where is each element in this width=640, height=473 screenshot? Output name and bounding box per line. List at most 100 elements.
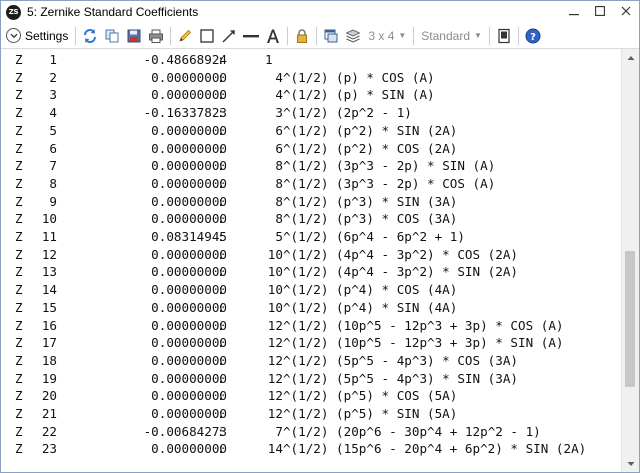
scroll-up-arrow-icon[interactable]	[622, 49, 639, 66]
term-formula: 10^(1/2) (p^4) * COS (4A)	[267, 282, 458, 298]
term-formula: 4^(1/2) (p) * SIN (A)	[275, 87, 435, 103]
minimize-button[interactable]	[561, 1, 587, 21]
help-icon[interactable]: ?	[523, 26, 543, 46]
caret-down-icon: ▼	[474, 31, 482, 40]
coefficient-value: 0.08314945	[151, 229, 227, 244]
term-prefix: Z	[15, 158, 23, 174]
layout-dropdown[interactable]: 3 x 4 ▼	[364, 26, 410, 46]
coefficient-row: Z 23 0.00000000: 14^(1/2) (15p^6 - 20p^4 + …	[1, 440, 621, 458]
term-prefix: Z	[15, 87, 23, 103]
window-icon[interactable]	[321, 26, 341, 46]
coefficient-row: Z 5 0.00000000: 6^(1/2) (p^2) * SIN (2A)	[1, 122, 621, 140]
term-prefix: Z	[15, 388, 23, 404]
coefficients-text-area[interactable]: Z 1 -0.48668924: 1 Z 2 0.00000000: 4^(1/2) (p) …	[1, 49, 621, 472]
term-formula: 6^(1/2) (p^2) * COS (2A)	[275, 140, 458, 156]
coefficient-value: 0.00000000	[151, 69, 227, 85]
coefficient-value: 0.00000000	[151, 335, 227, 351]
coefficient-value: 0.00000000	[151, 406, 227, 421]
term-separator: :	[217, 105, 225, 121]
app-logo-icon: ZS	[6, 4, 21, 20]
close-button[interactable]	[613, 1, 639, 21]
term-index: 9	[49, 193, 57, 209]
term-prefix: Z	[15, 423, 23, 439]
term-formula: 12^(1/2) (10p^5 - 12p^3 + 3p) * COS (A)	[267, 317, 564, 333]
coefficient-value: 0.00000000	[151, 158, 227, 174]
coefficient-row: Z 14 0.00000000: 10^(1/2) (p^4) * COS (4A)	[1, 281, 621, 299]
term-separator: :	[217, 69, 225, 85]
toolbar-separator	[316, 26, 318, 45]
term-separator: :	[217, 388, 225, 404]
print-icon[interactable]	[146, 26, 166, 46]
window-controls	[561, 1, 639, 23]
term-index: 15	[41, 299, 57, 315]
text-icon[interactable]	[263, 26, 283, 46]
vertical-scrollbar[interactable]	[621, 49, 639, 472]
coefficient-row: Z 16 0.00000000: 12^(1/2) (10p^5 - 12p^3 + …	[1, 317, 621, 335]
scroll-down-arrow-icon[interactable]	[622, 455, 639, 472]
term-index: 22	[41, 423, 57, 439]
term-formula: 4^(1/2) (p) * COS (A)	[275, 69, 435, 85]
term-formula: 6^(1/2) (p^2) * SIN (2A)	[275, 122, 458, 138]
coefficient-value: 0.00000000	[151, 317, 227, 333]
coefficient-value: -0.16337823	[143, 105, 227, 121]
coefficient-value: 0.00000000	[151, 87, 227, 103]
term-index: 17	[41, 335, 57, 351]
coefficient-row: Z 3 0.00000000: 4^(1/2) (p) * SIN (A)	[1, 86, 621, 104]
term-separator: :	[217, 211, 225, 227]
copy-icon[interactable]	[102, 26, 122, 46]
coefficient-row: Z 20 0.00000000: 12^(1/2) (p^5) * COS (5A)	[1, 387, 621, 405]
style-dropdown[interactable]: Standard ▼	[417, 26, 486, 46]
term-index: 4	[49, 105, 57, 121]
term-formula: 12^(1/2) (p^5) * SIN (5A)	[267, 406, 458, 421]
term-prefix: Z	[15, 140, 23, 156]
line-icon[interactable]	[241, 26, 261, 46]
term-prefix: Z	[15, 264, 23, 280]
term-prefix: Z	[15, 370, 23, 386]
layers-icon[interactable]	[343, 26, 363, 46]
refresh-icon[interactable]	[80, 26, 100, 46]
zernike-window: ZS 5: Zernike Standard Coefficients Sett…	[0, 0, 640, 473]
term-separator: :	[217, 282, 225, 298]
lock-icon[interactable]	[292, 26, 312, 46]
save-icon[interactable]	[124, 26, 144, 46]
coefficient-row: Z 22 -0.00684273: 7^(1/2) (20p^6 - 30p^4 + …	[1, 423, 621, 441]
term-prefix: Z	[15, 52, 23, 67]
term-prefix: Z	[15, 69, 23, 85]
coefficient-value: 0.00000000	[151, 175, 227, 191]
term-prefix: Z	[15, 193, 23, 209]
coefficient-row: Z 13 0.00000000: 10^(1/2) (4p^4 - 3p^2) * S…	[1, 263, 621, 281]
coefficient-row: Z 11 0.08314945: 5^(1/2) (6p^4 - 6p^2 + 1)	[1, 228, 621, 246]
term-formula: 8^(1/2) (p^3) * SIN (3A)	[275, 193, 458, 209]
coefficient-row: Z 21 0.00000000: 12^(1/2) (p^5) * SIN (5A)	[1, 405, 621, 423]
term-prefix: Z	[15, 229, 23, 244]
coefficient-row: Z 9 0.00000000: 8^(1/2) (p^3) * SIN (3A)	[1, 193, 621, 211]
coefficient-row: Z 2 0.00000000: 4^(1/2) (p) * COS (A)	[1, 69, 621, 87]
term-separator: :	[217, 441, 225, 457]
maximize-button[interactable]	[587, 1, 613, 21]
term-formula: 8^(1/2) (3p^3 - 2p) * SIN (A)	[275, 158, 496, 174]
pencil-icon[interactable]	[175, 26, 195, 46]
title-bar: ZS 5: Zernike Standard Coefficients	[1, 1, 639, 23]
term-index: 21	[41, 406, 57, 421]
term-index: 2	[49, 69, 57, 85]
term-index: 10	[41, 211, 57, 227]
scrollbar-thumb[interactable]	[625, 251, 635, 387]
coefficient-row: Z 6 0.00000000: 6^(1/2) (p^2) * COS (2A)	[1, 140, 621, 158]
term-formula: 12^(1/2) (5p^5 - 4p^3) * SIN (3A)	[267, 370, 519, 386]
rectangle-icon[interactable]	[197, 26, 217, 46]
term-prefix: Z	[15, 211, 23, 227]
term-formula: 5^(1/2) (6p^4 - 6p^2 + 1)	[275, 229, 465, 244]
settings-button[interactable]: Settings	[3, 25, 72, 47]
toolbar-separator	[517, 26, 519, 45]
term-separator: :	[217, 229, 225, 244]
toolbar: Settings 3 x 4 ▼ Standard ▼ ?	[1, 23, 639, 49]
term-separator: :	[217, 352, 225, 368]
layout-dropdown-value: 3 x 4	[368, 28, 395, 43]
term-prefix: Z	[15, 317, 23, 333]
view-icon[interactable]	[494, 26, 514, 46]
term-index: 8	[49, 175, 57, 191]
term-formula: 10^(1/2) (4p^4 - 3p^2) * SIN (2A)	[267, 264, 519, 280]
term-index: 23	[41, 441, 57, 457]
coefficient-row: Z 17 0.00000000: 12^(1/2) (10p^5 - 12p^3 + …	[1, 334, 621, 352]
arrow-icon[interactable]	[219, 26, 239, 46]
